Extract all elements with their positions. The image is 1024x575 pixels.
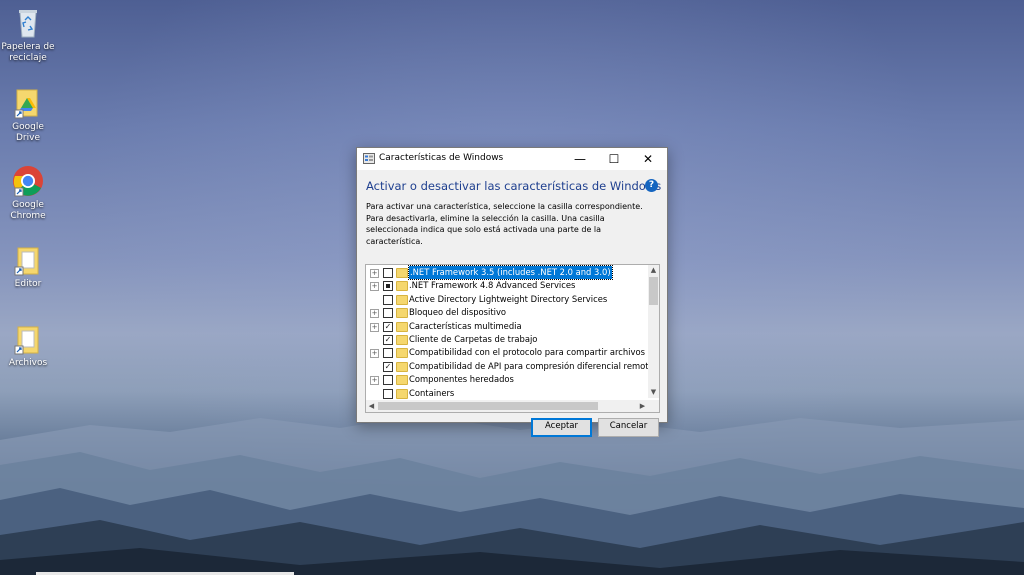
feature-label: .NET Framework 3.5 (includes .NET 2.0 an… — [408, 265, 613, 280]
recycle-bin-icon — [11, 6, 45, 40]
expand-icon[interactable]: + — [370, 376, 379, 386]
folder-icon — [396, 375, 408, 386]
feature-checkbox[interactable] — [383, 268, 393, 278]
maximize-button[interactable]: ☐ — [597, 148, 631, 170]
vertical-scrollbar[interactable]: ▲ ▼ — [648, 265, 659, 398]
desktop-icon-label: Papelera de reciclaje — [1, 42, 55, 63]
expand-icon[interactable]: + — [370, 269, 379, 278]
desktop-icon-chrome[interactable]: Google Chrome — [0, 164, 56, 222]
feature-row[interactable]: ✓ Cliente de Carpetas de trabajo — [366, 333, 646, 346]
minimize-button[interactable]: — — [563, 148, 597, 170]
feature-checkbox[interactable] — [383, 308, 393, 319]
scroll-up-icon[interactable]: ▲ — [648, 265, 659, 276]
feature-row[interactable]: ✓ Compatibilidad de API para compresión d… — [366, 360, 654, 373]
dialog-description: Para activar una característica, selecci… — [366, 202, 643, 246]
feature-checkbox[interactable]: ✓ — [383, 361, 393, 372]
close-button[interactable]: ✕ — [631, 148, 665, 170]
feature-checkbox[interactable]: ✓ — [383, 335, 393, 345]
horizontal-scroll-thumb[interactable] — [378, 402, 598, 410]
horizontal-scrollbar[interactable]: ◀ ▶ — [366, 400, 648, 412]
feature-checkbox[interactable] — [383, 388, 393, 399]
desktop-icon-archivos[interactable]: Archivos — [0, 322, 56, 369]
scroll-left-icon[interactable]: ◀ — [366, 400, 377, 412]
feature-row[interactable]: Active Directory Lightweight Directory S… — [366, 293, 646, 306]
features-tree[interactable]: + .NET Framework 3.5 (includes .NET 2.0 a… — [365, 264, 660, 413]
desktop-icon-label: Archivos — [8, 358, 48, 368]
scroll-corner — [648, 400, 659, 412]
scroll-right-icon[interactable]: ▶ — [637, 400, 648, 412]
feature-checkbox[interactable] — [383, 375, 393, 386]
feature-label: Compatibilidad de API para compresión di… — [409, 360, 654, 371]
chrome-icon — [11, 164, 45, 198]
feature-row[interactable]: + Bloqueo del dispositivo — [366, 306, 646, 319]
expand-icon[interactable]: + — [370, 322, 379, 332]
feature-checkbox[interactable]: ✓ — [383, 321, 393, 332]
desktop-icon-label: Editor — [14, 279, 42, 289]
desktop-icon-google-drive[interactable]: Google Drive — [0, 86, 56, 144]
feature-label: Componentes heredados — [409, 374, 514, 385]
folder-icon — [396, 268, 408, 278]
expand-icon[interactable]: + — [370, 309, 379, 319]
folder-icon — [11, 322, 45, 356]
feature-row[interactable]: + ✓ Características multimedia — [366, 320, 646, 333]
desktop-icon-editor[interactable]: Editor — [0, 243, 56, 290]
desktop-icon-label: Google Chrome — [10, 200, 46, 221]
feature-label: Características multimedia — [409, 320, 522, 331]
feature-checkbox[interactable] — [383, 281, 393, 292]
ok-button[interactable]: Aceptar — [531, 418, 592, 437]
help-icon[interactable]: ? — [645, 179, 658, 192]
vertical-scroll-thumb[interactable] — [649, 277, 658, 305]
feature-label: Bloqueo del dispositivo — [409, 307, 507, 318]
folder-icon — [396, 308, 408, 319]
google-drive-icon — [11, 86, 45, 120]
feature-label: Cliente de Carpetas de trabajo — [409, 334, 538, 344]
feature-row[interactable]: + .NET Framework 4.8 Advanced Services — [366, 279, 646, 292]
feature-label: Containers — [409, 387, 455, 398]
cancel-button[interactable]: Cancelar — [598, 418, 659, 437]
dialog-content: Activar o desactivar las características… — [357, 170, 667, 437]
feature-checkbox[interactable] — [383, 348, 393, 359]
folder-icon — [396, 348, 408, 359]
windows-features-icon — [363, 153, 375, 164]
feature-row[interactable]: Containers — [366, 387, 646, 400]
feature-row[interactable]: + Compatibilidad con el protocolo para co… — [366, 346, 659, 359]
feature-row[interactable]: + .NET Framework 3.5 (includes .NET 2.0 a… — [366, 265, 646, 280]
title-bar[interactable]: Características de Windows — ☐ ✕ — [357, 148, 667, 170]
folder-icon — [396, 388, 408, 399]
folder-icon — [396, 335, 408, 345]
desktop-icon-label: Google Drive — [12, 122, 44, 143]
window-title: Características de Windows — [379, 153, 504, 163]
folder-icon — [11, 243, 45, 277]
feature-label: Compatibilidad con el protocolo para com… — [409, 347, 659, 358]
folder-icon — [396, 294, 408, 305]
folder-icon — [396, 281, 408, 292]
dialog-heading: Activar o desactivar las características… — [366, 179, 662, 193]
feature-label: Active Directory Lightweight Directory S… — [409, 293, 608, 304]
feature-checkbox[interactable] — [383, 294, 393, 305]
expand-icon[interactable]: + — [370, 349, 379, 359]
feature-row[interactable]: + Componentes heredados — [366, 373, 646, 386]
folder-icon — [396, 321, 408, 332]
feature-label: .NET Framework 4.8 Advanced Services — [409, 280, 576, 291]
desktop-icon-recycle-bin[interactable]: Papelera de reciclaje — [0, 6, 56, 64]
folder-icon — [396, 361, 408, 372]
scroll-down-icon[interactable]: ▼ — [648, 387, 659, 398]
windows-features-dialog: Características de Windows — ☐ ✕ Activar… — [356, 147, 668, 437]
expand-icon[interactable]: + — [370, 282, 379, 292]
